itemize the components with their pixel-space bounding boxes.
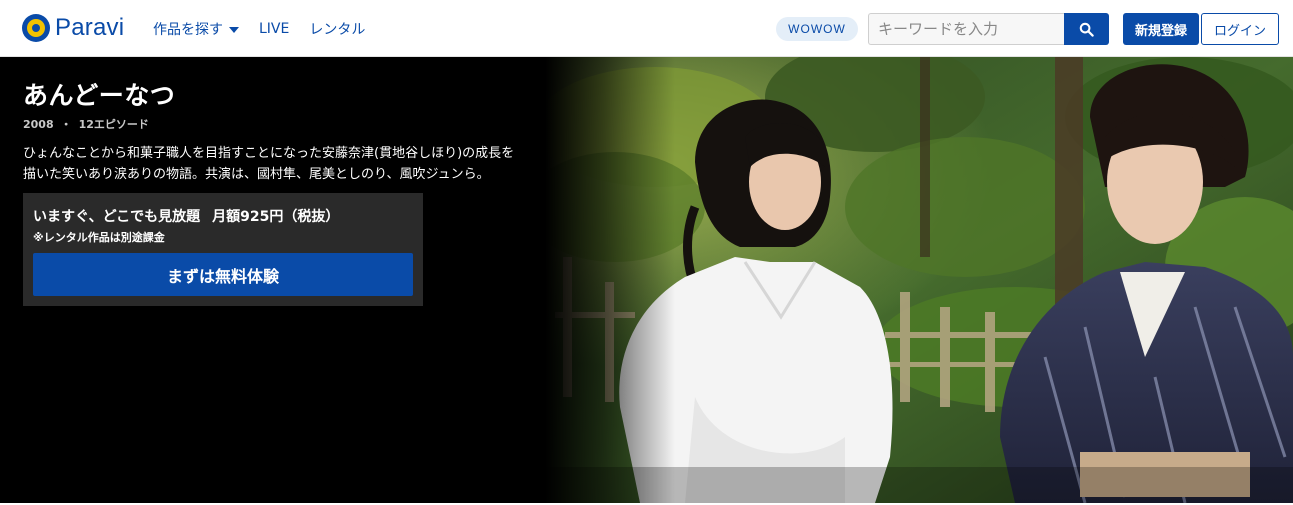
search-input[interactable]	[868, 13, 1064, 45]
login-button[interactable]: ログイン	[1201, 13, 1279, 45]
search-button[interactable]	[1064, 13, 1109, 45]
rental-note: ※レンタル作品は別途課金	[33, 231, 165, 244]
nav-item-live[interactable]: LIVE	[259, 21, 289, 37]
nav-item-label: 作品を探す	[153, 22, 223, 38]
meta-separator: ・	[60, 118, 72, 131]
logo-text: Paravi	[55, 14, 125, 41]
episode-count: 12エピソード	[78, 118, 149, 131]
hero-gradient-overlay	[545, 57, 675, 503]
paravi-logo[interactable]: Paravi	[22, 13, 124, 43]
nav-item-rental[interactable]: レンタル	[309, 19, 365, 39]
plan-title: いますぐ、どこでも見放題	[33, 209, 201, 225]
title-meta: 2008 ・ 12エピソード	[23, 116, 149, 132]
wowow-badge[interactable]: WOWOW	[776, 17, 858, 41]
nav-item-browse[interactable]: 作品を探す	[153, 19, 239, 39]
main-nav: 作品を探す LIVE レンタル	[153, 18, 385, 40]
subscription-plan-box: いますぐ、どこでも見放題 月額925円（税抜） ※レンタル作品は別途課金 まずは無…	[23, 193, 423, 306]
paravi-logo-icon	[22, 14, 50, 42]
plan-price: 月額925円（税抜）	[212, 209, 340, 225]
chevron-down-icon	[229, 27, 239, 33]
page-title: あんどーなつ	[23, 81, 176, 110]
nav-item-label: LIVE	[259, 21, 290, 37]
release-year: 2008	[23, 118, 54, 131]
free-trial-button[interactable]: まずは無料体験	[33, 253, 413, 296]
signup-button[interactable]: 新規登録	[1123, 13, 1199, 45]
nav-item-label: レンタル	[309, 22, 366, 38]
search-icon	[1079, 22, 1094, 37]
site-header: Paravi 作品を探す LIVE レンタル WOWOW 新規登録 ログイン	[0, 0, 1293, 57]
title-description: ひょんなことから和菓子職人を目指すことになった安藤奈津(貫地谷しほり)の成長を描…	[23, 146, 515, 182]
hero-section: あんどーなつ 2008 ・ 12エピソード ひょんなことから和菓子職人を目指すことに…	[0, 57, 1293, 503]
plan-headline: いますぐ、どこでも見放題 月額925円（税抜）	[33, 206, 339, 226]
